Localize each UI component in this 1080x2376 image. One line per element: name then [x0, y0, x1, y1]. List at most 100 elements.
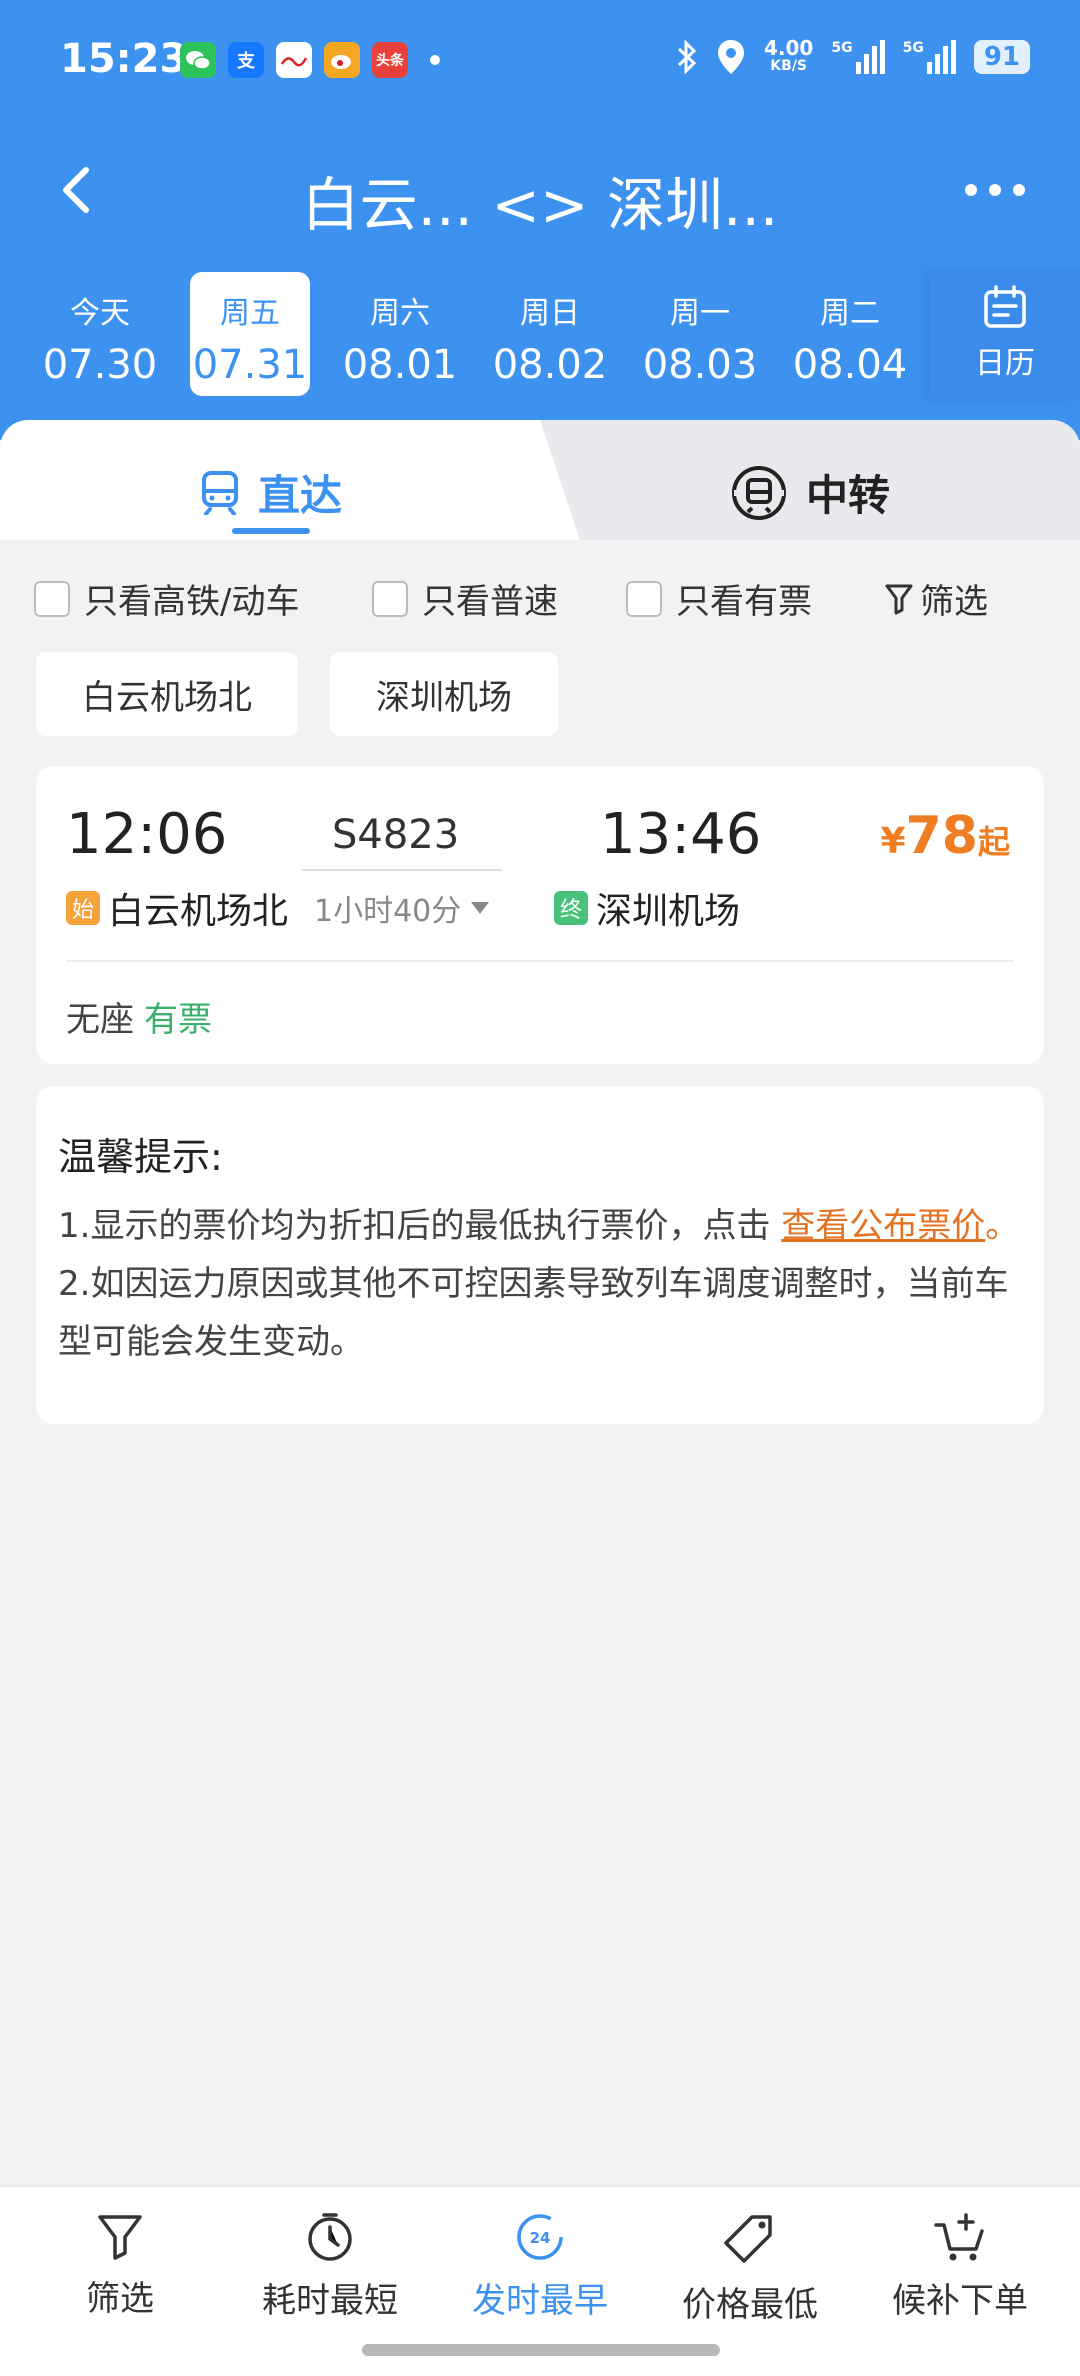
price: ¥ 78 起 — [881, 806, 1010, 866]
battery-icon: 91 — [973, 40, 1030, 74]
sort-cheapest-button[interactable]: 价格最低 — [650, 2211, 850, 2326]
date-value: 08.02 — [492, 342, 608, 388]
date-value: 08.04 — [792, 342, 908, 388]
filter-available[interactable]: 只看有票 — [626, 574, 812, 623]
date-item-0802[interactable]: 周日 08.02 — [490, 272, 610, 396]
funnel-icon — [98, 2215, 142, 2260]
date-weekday: 周一 — [670, 296, 730, 331]
tab-active-indicator — [232, 528, 310, 534]
price-tag-icon — [724, 2215, 772, 2263]
seat-info: 无座 有票 — [66, 992, 212, 1041]
tips-line-2: 2.如因运力原因或其他不可控因素导致列车调度调整时，当前车 — [58, 1264, 1009, 1304]
waitlist-label: 候补下单 — [892, 2281, 1028, 2321]
network-speed-unit: KB/S — [770, 58, 808, 74]
date-selector: 今天 07.30 周五 07.31 周六 08.01 周日 08.02 周一 0… — [0, 270, 1080, 400]
date-value: 07.31 — [192, 342, 308, 388]
filter-normal-speed[interactable]: 只看普速 — [372, 574, 558, 623]
filter-label: 只看高铁/动车 — [84, 582, 300, 622]
weibo-icon — [324, 42, 360, 78]
to-station: 终 深圳机场 — [554, 882, 740, 934]
signal-2-label: 5G — [902, 40, 924, 56]
bluetooth-icon — [677, 39, 697, 75]
seat-status: 有票 — [144, 1000, 212, 1040]
duration-text: 1小时40分 — [314, 894, 462, 929]
date-item-0731[interactable]: 周五 07.31 — [190, 272, 310, 396]
station-chip-from[interactable]: 白云机场北 — [36, 652, 298, 736]
calendar-button[interactable]: 日历 — [930, 270, 1080, 400]
tab-direct[interactable]: 直达 — [0, 420, 580, 540]
checkbox[interactable] — [372, 580, 408, 617]
tips-card: 温馨提示: 1.显示的票价均为折扣后的最低执行票价，点击 查看公布票价。 2.如… — [36, 1086, 1044, 1424]
toutiao-icon: 头条 — [372, 42, 408, 78]
filter-high-speed[interactable]: 只看高铁/动车 — [34, 574, 299, 623]
sort-filter-button[interactable]: 筛选 — [20, 2211, 220, 2320]
chevron-down-icon — [471, 902, 490, 914]
filter-button-label: 筛选 — [920, 582, 988, 622]
notification-icons: 支 头条 — [180, 42, 440, 78]
date-weekday: 周日 — [520, 296, 580, 331]
signal-1-label: 5G — [831, 40, 853, 56]
home-indicator[interactable] — [362, 2344, 720, 2356]
tips-line-3: 型可能会发生变动。 — [58, 1322, 364, 1362]
view-published-fare-link[interactable]: 查看公布票价 — [781, 1206, 985, 1246]
quick-filters: 只看高铁/动车 只看普速 只看有票 筛选 — [0, 540, 1080, 650]
date-value: 07.30 — [42, 342, 158, 388]
tips-line-1: 1.显示的票价均为折扣后的最低执行票价，点击 查看公布票价。 — [58, 1198, 1028, 1254]
waitlist-button[interactable]: 候补下单 — [860, 2211, 1060, 2322]
sort-earliest-button[interactable]: 24 发时最早 — [440, 2211, 640, 2322]
network-speed-value: 4.00 — [763, 36, 814, 60]
sort-earliest-label: 发时最早 — [472, 2281, 608, 2321]
tab-direct-label: 直达 — [200, 462, 342, 523]
tips-title: 温馨提示: — [58, 1135, 223, 1179]
seat-type: 无座 — [66, 1000, 134, 1040]
checkbox[interactable] — [626, 580, 662, 617]
wechat-icon — [180, 42, 216, 78]
duration[interactable]: 1小时40分 — [314, 886, 490, 930]
calendar-icon — [984, 285, 1026, 328]
funnel-icon — [885, 584, 913, 614]
filter-button[interactable]: 筛选 — [884, 574, 988, 623]
tab-transfer-label: 中转 — [730, 462, 890, 523]
date-weekday: 今天 — [70, 296, 130, 331]
clock-24-label: 24 — [530, 2229, 551, 2247]
price-currency: ¥ — [880, 821, 906, 862]
signal-1: 5G — [831, 40, 885, 74]
depart-time: 12:06 — [66, 802, 228, 867]
page-title: 白云... <> 深圳... — [301, 171, 779, 239]
status-right: 4.00 KB/S 5G 5G 91 — [676, 38, 1030, 76]
date-item-0804[interactable]: 周二 08.04 — [790, 272, 910, 396]
date-weekday: 周五 — [220, 296, 280, 331]
filter-label: 只看有票 — [676, 582, 812, 622]
date-value: 08.03 — [642, 342, 758, 388]
alipay-icon: 支 — [228, 42, 264, 78]
to-station-name: 深圳机场 — [596, 891, 741, 932]
station-chip-to[interactable]: 深圳机场 — [330, 652, 558, 736]
train-number: S4823 — [332, 812, 460, 858]
stopwatch-icon — [308, 2213, 352, 2261]
status-time: 15:23 — [60, 36, 188, 82]
route-tabs: 中转 直达 — [0, 420, 1080, 540]
location-icon — [717, 40, 744, 74]
price-suffix: 起 — [977, 823, 1010, 861]
nav-bar: 白云... <> 深圳... — [0, 140, 1080, 250]
more-notifications-dot — [430, 55, 440, 65]
tab-transfer-text: 中转 — [806, 471, 891, 520]
checkbox[interactable] — [34, 580, 70, 617]
route-line — [302, 869, 502, 871]
filter-label: 只看普速 — [422, 582, 558, 622]
from-station: 始 白云机场北 — [66, 882, 288, 934]
sort-shortest-button[interactable]: 耗时最短 — [230, 2211, 430, 2322]
date-value: 08.01 — [342, 342, 458, 388]
date-item-0730[interactable]: 今天 07.30 — [40, 272, 160, 396]
tab-transfer[interactable]: 中转 — [540, 420, 1080, 540]
tips-line-1-end: 。 — [985, 1206, 1020, 1246]
train-card[interactable]: 12:06 S4823 1小时40分 13:46 始 白云机场北 终 深圳机场 … — [36, 766, 1044, 1064]
date-weekday: 周六 — [370, 296, 430, 331]
from-station-name: 白云机场北 — [108, 891, 289, 932]
date-item-0801[interactable]: 周六 08.01 — [340, 272, 460, 396]
more-button[interactable] — [960, 170, 1030, 210]
divider — [66, 960, 1014, 962]
people-daily-icon — [276, 42, 312, 78]
date-item-0803[interactable]: 周一 08.03 — [640, 272, 760, 396]
train-icon — [202, 470, 238, 515]
